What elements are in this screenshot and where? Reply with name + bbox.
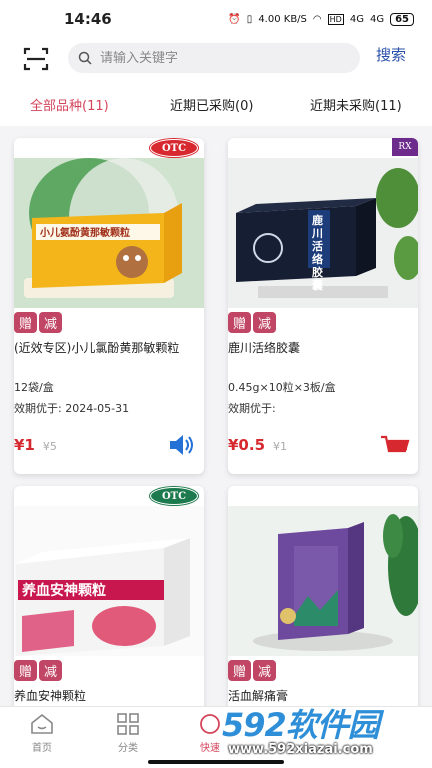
promo-tags: 赠 减: [14, 660, 62, 681]
original-price: ¥5: [42, 440, 57, 453]
nav-item-home[interactable]: 首页: [12, 713, 72, 754]
speaker-button[interactable]: [168, 434, 196, 460]
nav-label-category: 分类: [118, 743, 138, 754]
search-icon: [78, 51, 92, 65]
discount-tag: 减: [39, 660, 62, 681]
network-speed: 4.00 KB/S: [258, 13, 307, 25]
promo-tags: 赠 减: [14, 312, 62, 333]
nav-item-category[interactable]: 分类: [98, 713, 158, 754]
search-box[interactable]: [68, 43, 360, 73]
hd-label: HD: [327, 13, 344, 25]
otc-badge: OTC: [150, 487, 198, 505]
product-name[interactable]: 鹿川活络胶囊: [228, 339, 300, 356]
rx-badge: RX: [392, 138, 418, 156]
status-bar: 14:46 ⏰ ▯ 4.00 KB/S ◠ HD 4G 4G 65: [0, 0, 432, 38]
gift-tag: 赠: [14, 312, 37, 333]
product-spec: 12袋/盒: [14, 381, 54, 394]
product-image[interactable]: 小儿氨酚黄那敏颗粒: [14, 158, 204, 308]
watermark-url: www.592xiazai.com: [228, 742, 373, 757]
vibrate-icon: ▯: [246, 13, 253, 25]
otc-badge: OTC: [150, 139, 198, 157]
product-card[interactable]: 养血安神颗粒 OTC 赠 减 养血安神颗粒: [14, 486, 204, 726]
signal-4g-2: 4G: [369, 13, 385, 25]
product-card[interactable]: 小儿氨酚黄那敏颗粒 OTC 赠 减 (近效专区)小儿氯酚黄那敏颗粒 12袋/盒 …: [14, 138, 204, 474]
price: ¥1: [14, 436, 35, 454]
home-indicator[interactable]: [148, 760, 284, 764]
search-input[interactable]: [100, 50, 340, 66]
product-expiry: 效期优于: 2024-05-31: [14, 402, 130, 415]
discount-tag: 减: [253, 660, 276, 681]
product-card[interactable]: 鹿川活络胶囊 RX 赠 减 鹿川活络胶囊 0.45g×10粒×3板/盒 效期优于…: [228, 138, 418, 474]
search-row: 搜索: [0, 38, 432, 80]
gift-tag: 赠: [14, 660, 37, 681]
product-image[interactable]: 鹿川活络胶囊: [228, 158, 418, 308]
product-name[interactable]: 养血安神颗粒: [14, 687, 86, 704]
nav-label-quick: 快速: [200, 743, 220, 754]
product-photo: [228, 506, 418, 656]
tab-recent-purchased[interactable]: 近期已采购(0): [170, 95, 253, 114]
promo-tags: 赠 减: [228, 660, 276, 681]
gift-tag: 赠: [228, 660, 251, 681]
battery-indicator: 65: [390, 12, 414, 26]
box-print: 鹿川活络胶囊: [312, 214, 323, 292]
status-icons: ⏰ ▯ 4.00 KB/S ◠ HD 4G 4G 65: [228, 12, 414, 26]
product-image[interactable]: [228, 506, 418, 656]
scan-button[interactable]: [20, 43, 52, 75]
scan-icon: [23, 47, 49, 71]
box-print: 小儿氨酚黄那敏颗粒: [40, 228, 130, 239]
speaker-icon: [170, 435, 193, 455]
tab-all[interactable]: 全部品种(11): [30, 95, 109, 114]
watermark-logo: 592软件园: [222, 706, 380, 744]
product-card[interactable]: 赠 减 活血解痛膏: [228, 486, 418, 726]
price-row: ¥1 ¥5: [14, 436, 57, 454]
search-button[interactable]: 搜索: [376, 44, 406, 65]
filter-tabs: 全部品种(11) 近期已采购(0) 近期未采购(11): [0, 80, 432, 126]
nav-label-home: 首页: [32, 743, 52, 754]
signal-4g-1: 4G: [349, 13, 364, 25]
price: ¥0.5: [228, 436, 266, 454]
alarm-icon: ⏰: [228, 13, 241, 25]
wifi-icon: ◠: [312, 13, 322, 25]
watermark: 592软件园 www.592xiazai.com: [222, 700, 432, 768]
box-print: 养血安神颗粒: [22, 583, 106, 599]
grid-icon: [117, 713, 139, 735]
product-expiry: 效期优于:: [228, 402, 276, 415]
product-image[interactable]: 养血安神颗粒: [14, 506, 204, 656]
price-row: ¥0.5 ¥1: [228, 436, 287, 454]
product-spec: 0.45g×10粒×3板/盒: [228, 381, 336, 394]
home-icon: [31, 713, 53, 734]
discount-tag: 减: [253, 312, 276, 333]
original-price: ¥1: [273, 440, 288, 453]
product-name[interactable]: (近效专区)小儿氯酚黄那敏颗粒: [14, 339, 179, 356]
status-time: 14:46: [64, 10, 112, 28]
cart-icon: [381, 435, 410, 453]
flash-icon: [200, 714, 220, 734]
gift-tag: 赠: [228, 312, 251, 333]
discount-tag: 减: [39, 312, 62, 333]
promo-tags: 赠 减: [228, 312, 276, 333]
tab-recent-not-purchased[interactable]: 近期未采购(11): [310, 95, 402, 114]
add-to-cart-button[interactable]: [380, 434, 410, 460]
